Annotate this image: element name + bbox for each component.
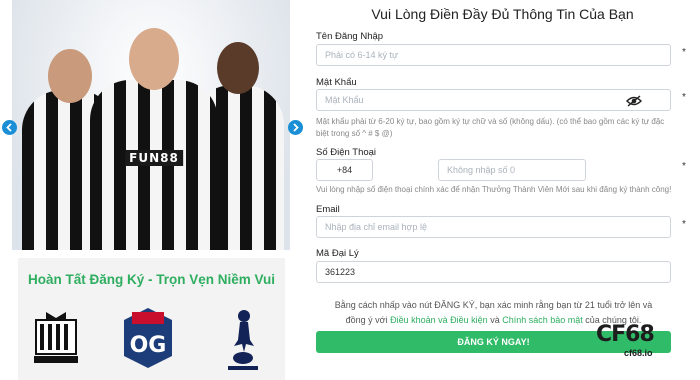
hero-banner: FUN88: [12, 0, 290, 250]
email-input[interactable]: Nhập địa chỉ email hợp lệ: [316, 216, 671, 238]
password-hint-2: biệt trong số ^ # $ @): [316, 129, 393, 138]
required-mark: *: [682, 47, 686, 58]
phone-input[interactable]: Không nhập số 0: [438, 159, 586, 181]
chevron-right-icon[interactable]: [288, 120, 303, 135]
phone-hint: Vui lòng nhập số điện thoại chính xác để…: [316, 185, 672, 194]
promo-title: Hoàn Tất Đăng Ký - Trọn Vẹn Niềm Vui: [27, 272, 276, 287]
password-label: Mật Khẩu: [316, 77, 357, 88]
player-head: [217, 42, 259, 94]
country-code-select[interactable]: +84: [316, 159, 373, 181]
player-head: [129, 28, 179, 90]
tottenham-hotspur-crest: [222, 306, 264, 372]
username-label: Tên Đăng Nhập: [316, 31, 384, 42]
terms-line-1: Bằng cách nhấp vào nút ĐĂNG KÝ, bạn xác …: [334, 300, 653, 310]
required-mark: *: [682, 219, 686, 230]
password-hint: Mật khẩu phải từ 6-20 ký tự, bao gồm ký …: [316, 117, 665, 126]
chevron-left-icon[interactable]: [2, 120, 17, 135]
password-input[interactable]: Mật Khẩu: [316, 89, 671, 111]
username-input[interactable]: Phải có 6-14 ký tự: [316, 44, 671, 66]
agent-code-input[interactable]: 361223: [316, 261, 671, 283]
player-head: [47, 49, 92, 103]
svg-text:OG: OG: [130, 333, 167, 358]
required-mark: *: [682, 92, 686, 103]
agent-code-label: Mã Đại Lý: [316, 248, 359, 259]
eye-slash-icon[interactable]: [626, 94, 642, 107]
privacy-link[interactable]: Chính sách bảo mật: [502, 315, 583, 325]
required-mark: *: [682, 161, 686, 172]
sponsor-logo: FUN88: [125, 150, 183, 166]
promo-card: Hoàn Tất Đăng Ký - Trọn Vẹn Niềm Vui OG: [18, 258, 285, 380]
email-label: Email: [316, 204, 340, 215]
terms-link[interactable]: Điều khoản và Điều kiện: [390, 315, 488, 325]
phone-label: Số Điện Thoại: [316, 147, 377, 158]
newcastle-united-crest: [32, 310, 80, 366]
player-image-center: FUN88: [90, 10, 218, 250]
brand-logo: CF68 cf68.io: [596, 322, 655, 358]
og-esports-logo: OG: [122, 306, 174, 370]
page-title: Vui Lòng Điền Đầy Đủ Thông Tin Của Bạn: [371, 6, 634, 22]
left-panel: FUN88 Hoàn Tất Đăng Ký - Trọn Vẹn Niềm V…: [0, 0, 305, 380]
